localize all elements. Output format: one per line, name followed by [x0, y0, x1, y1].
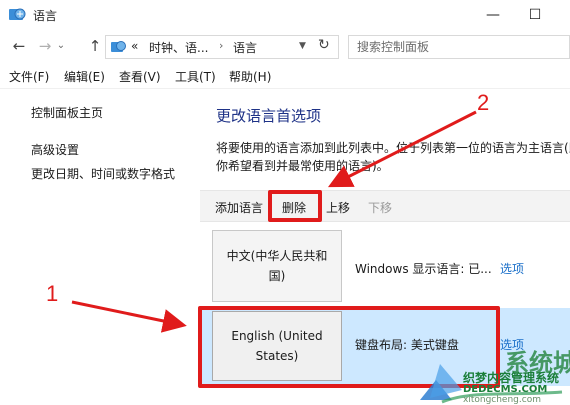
language-info: Windows 显示语言: 已...: [355, 262, 492, 276]
forward-arrow-icon[interactable]: →: [34, 35, 56, 57]
window-title: 语言: [33, 9, 58, 23]
breadcrumb-language[interactable]: 语言: [233, 39, 257, 56]
control-panel-icon: [9, 8, 26, 20]
search-input[interactable]: [357, 39, 557, 55]
move-up-button[interactable]: 上移: [326, 199, 350, 216]
annotation-number-2: 2: [477, 90, 490, 115]
address-row: ← → ⌄ ↑ « 时钟、语... › 语言 ▼ ↻: [0, 31, 570, 63]
description-line-2: 你希望看到并最常使用的语言)。: [216, 159, 389, 173]
menu-bar: 文件(F) 编辑(E) 查看(V) 工具(T) 帮助(H): [0, 63, 570, 89]
watermark-url: xitongcheng.com: [463, 395, 541, 405]
menu-edit[interactable]: 编辑(E): [64, 68, 105, 85]
control-panel-icon: [111, 41, 126, 52]
annotation-number-1: 1: [46, 281, 59, 306]
recent-pages-chevron-icon[interactable]: ⌄: [54, 35, 68, 57]
language-name-tile[interactable]: English (United States): [212, 311, 342, 381]
language-row[interactable]: 中文(中华人民共和国) Windows 显示语言: 已... 选项: [200, 222, 570, 308]
minimize-button[interactable]: —: [478, 4, 508, 26]
maximize-button[interactable]: ☐: [520, 4, 550, 26]
language-name-tile[interactable]: 中文(中华人民共和国): [212, 230, 342, 302]
language-options-link[interactable]: 选项: [500, 260, 524, 277]
page-title: 更改语言首选项: [216, 107, 322, 125]
back-arrow-icon[interactable]: ←: [8, 35, 30, 57]
advanced-settings-link[interactable]: 高级设置: [31, 141, 79, 158]
change-date-time-link[interactable]: 更改日期、时间或数字格式: [31, 165, 175, 182]
search-box[interactable]: [348, 35, 570, 59]
address-dropdown-icon[interactable]: ▼: [299, 41, 306, 51]
description: 将要使用的语言添加到此列表中。位于列表第一位的语言为主语言(即 你希望看到并最常…: [216, 139, 570, 175]
arrow-1-icon: [71, 300, 187, 333]
menu-tools[interactable]: 工具(T): [175, 68, 216, 85]
language-toolbar: 添加语言 删除 上移 下移: [200, 190, 570, 222]
up-arrow-icon[interactable]: ↑: [84, 35, 106, 57]
address-box[interactable]: « 时钟、语... › 语言 ▼ ↻: [105, 35, 339, 59]
description-line-1: 将要使用的语言添加到此列表中。位于列表第一位的语言为主语言(即: [216, 141, 570, 155]
refresh-icon[interactable]: ↻: [318, 37, 330, 53]
menu-file[interactable]: 文件(F): [9, 68, 49, 85]
breadcrumb-overflow[interactable]: «: [131, 39, 138, 53]
watermark-line-2: DEDECMS.COM: [463, 384, 548, 395]
menu-help[interactable]: 帮助(H): [229, 68, 271, 85]
add-language-button[interactable]: 添加语言: [215, 199, 263, 216]
title-bar: 语言 — ☐: [0, 0, 570, 31]
breadcrumb-chevron-icon: ›: [219, 39, 224, 52]
breadcrumb-clock-region[interactable]: 时钟、语...: [149, 39, 208, 56]
remove-language-button[interactable]: 删除: [282, 199, 306, 216]
control-panel-home-link[interactable]: 控制面板主页: [31, 104, 103, 121]
move-down-button[interactable]: 下移: [368, 199, 392, 216]
menu-view[interactable]: 查看(V): [119, 68, 161, 85]
